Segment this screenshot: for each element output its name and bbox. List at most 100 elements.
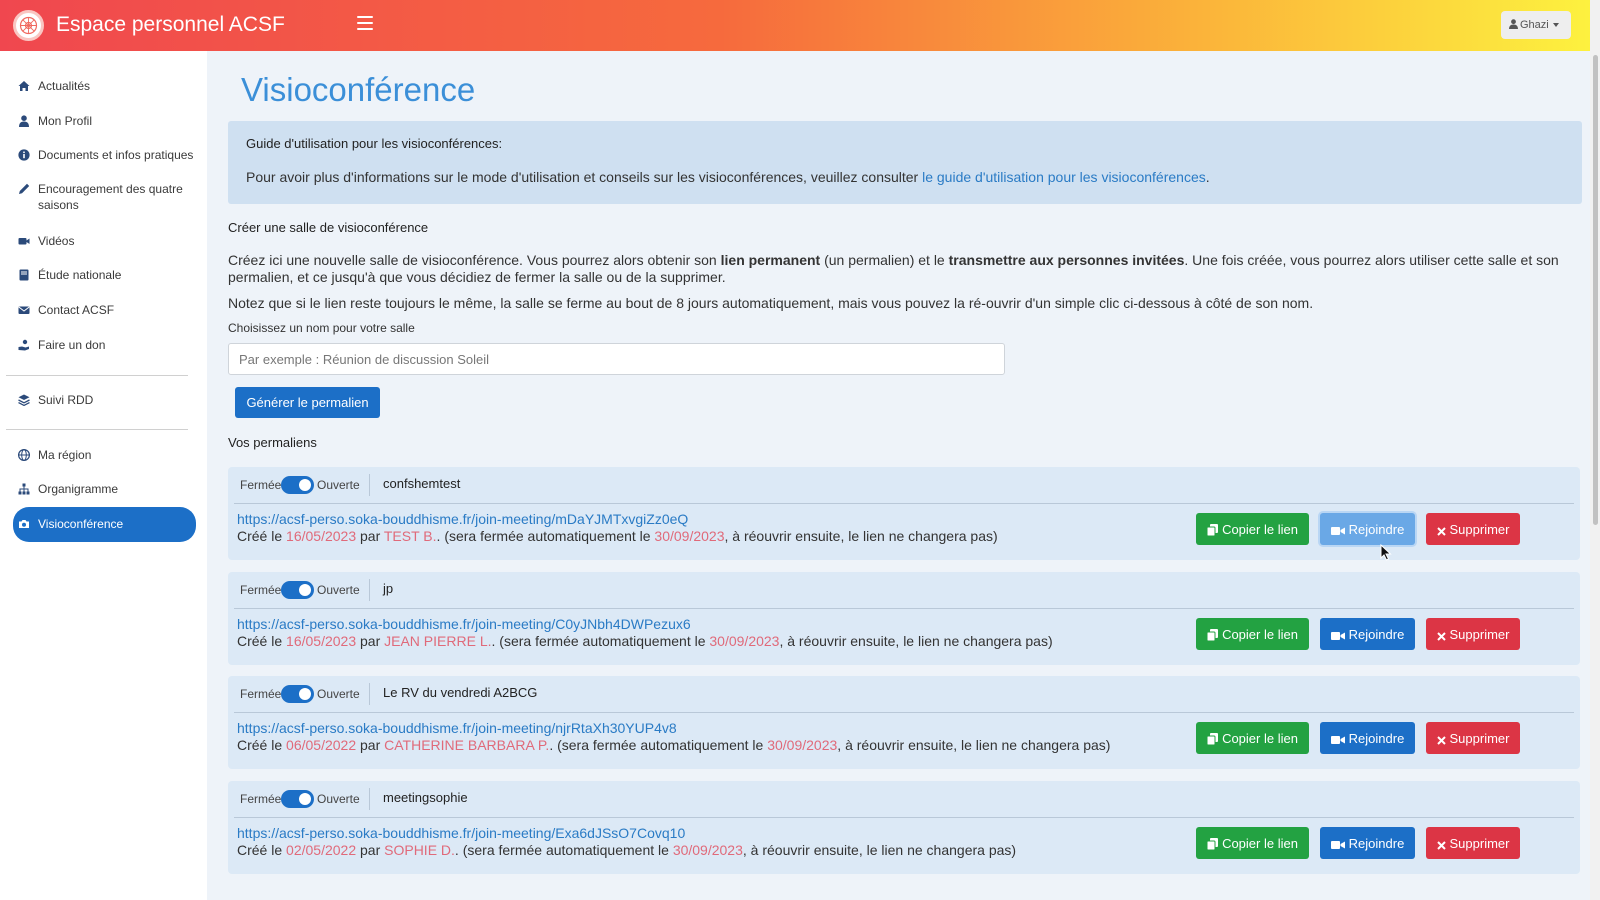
button-label: Copier le lien xyxy=(1222,835,1298,851)
author-name: TEST B. xyxy=(383,528,437,544)
sidebar-item-videos[interactable]: Vidéos xyxy=(13,233,196,249)
meta-text: (sera fermée automatiquement le xyxy=(444,528,651,544)
sidebar-item-faire-un-don[interactable]: Faire un don xyxy=(13,337,196,353)
sidebar-item-ma-region[interactable]: Ma région xyxy=(13,447,196,463)
sidebar-item-contact[interactable]: Contact ACSF xyxy=(13,302,196,318)
closed-label: Fermée xyxy=(240,792,282,806)
sidebar-item-mon-profil[interactable]: Mon Profil xyxy=(13,113,196,129)
meta-text: , à réouvrir ensuite, le lien ne changer… xyxy=(779,633,1053,649)
join-button[interactable]: Rejoindre xyxy=(1320,722,1415,754)
button-label: Supprimer xyxy=(1449,835,1510,851)
open-label: Ouverte xyxy=(317,792,360,806)
chevron-down-icon xyxy=(1552,23,1559,28)
meta-text: par xyxy=(360,528,381,544)
copy-link-button[interactable]: Copier le lien xyxy=(1196,618,1309,650)
sidebar: Actualités Mon Profil Documents et infos… xyxy=(0,51,207,900)
close-date: 30/09/2023 xyxy=(709,633,780,649)
copy-link-button[interactable]: Copier le lien xyxy=(1196,827,1309,859)
sidebar-divider xyxy=(6,429,188,430)
divider xyxy=(234,608,1574,609)
meta-text: par xyxy=(360,842,381,858)
sidebar-item-label: Visioconférence xyxy=(38,517,124,531)
user-icon xyxy=(19,115,29,127)
room-permalink[interactable]: https://acsf-perso.soka-bouddhisme.fr/jo… xyxy=(237,825,685,841)
button-label: Supprimer xyxy=(1449,730,1510,746)
generate-permalink-button[interactable]: Générer le permalien xyxy=(235,387,380,418)
delete-button[interactable]: Supprimer xyxy=(1426,618,1520,650)
user-icon xyxy=(1509,19,1518,29)
desc-text: (un permalien) et le xyxy=(820,252,949,268)
copy-link-button[interactable]: Copier le lien xyxy=(1196,513,1309,545)
button-label: Copier le lien xyxy=(1222,521,1298,537)
open-label: Ouverte xyxy=(317,687,360,701)
home-icon xyxy=(18,81,30,91)
room-permalink[interactable]: https://acsf-perso.soka-bouddhisme.fr/jo… xyxy=(237,616,691,632)
desc-text: Créez ici une nouvelle salle de visiocon… xyxy=(228,252,721,268)
delete-button[interactable]: Supprimer xyxy=(1426,513,1520,545)
join-button[interactable]: Rejoindre xyxy=(1320,513,1415,545)
room-card: Fermée Ouverte meetingsophie https://acs… xyxy=(228,781,1580,874)
open-label: Ouverte xyxy=(317,478,360,492)
sidebar-item-documents[interactable]: Documents et infos pratiques xyxy=(13,147,196,163)
sidebar-item-suivi-rdd[interactable]: Suivi RDD xyxy=(13,392,196,408)
button-label: Rejoindre xyxy=(1348,835,1405,851)
sidebar-item-label: Mon Profil xyxy=(38,114,93,128)
sidebar-item-label: Vidéos xyxy=(38,234,75,248)
close-icon xyxy=(1436,840,1446,850)
room-open-toggle[interactable] xyxy=(281,476,314,494)
menu-toggle-icon[interactable] xyxy=(357,16,373,30)
top-header: Espace personnel ACSF Ghazi xyxy=(0,0,1600,51)
camera-icon xyxy=(19,520,29,528)
guide-link[interactable]: le guide d'utilisation pour les visiocon… xyxy=(922,169,1206,185)
meta-text: , à réouvrir ensuite, le lien ne changer… xyxy=(742,842,1017,858)
join-button[interactable]: Rejoindre xyxy=(1320,827,1415,859)
sidebar-item-label: Organigramme xyxy=(38,482,119,496)
room-header: Fermée Ouverte confshemtest xyxy=(228,467,1580,503)
sidebar-item-visioconference[interactable]: Visioconférence xyxy=(13,507,196,542)
author-name: JEAN PIERRE L. xyxy=(384,633,492,649)
copy-link-button[interactable]: Copier le lien xyxy=(1196,722,1309,754)
scrollbar-thumb[interactable] xyxy=(1593,55,1598,525)
create-description: Créez ici une nouvelle salle de visiocon… xyxy=(228,252,1568,286)
meta-text: , à réouvrir ensuite, le lien ne changer… xyxy=(837,737,1111,753)
created-date: 16/05/2023 xyxy=(286,528,357,544)
room-open-toggle[interactable] xyxy=(281,790,314,808)
close-icon xyxy=(1436,631,1446,641)
room-open-toggle[interactable] xyxy=(281,581,314,599)
pen-icon xyxy=(19,183,30,194)
book-icon xyxy=(19,269,29,281)
sitemap-icon xyxy=(18,483,30,495)
room-name: Le RV du vendredi A2BCG xyxy=(383,685,538,700)
room-permalink[interactable]: https://acsf-perso.soka-bouddhisme.fr/jo… xyxy=(237,720,677,736)
sidebar-item-encouragement[interactable]: Encouragement des quatre saisons xyxy=(13,181,196,213)
room-header: Fermée Ouverte Le RV du vendredi A2BCG xyxy=(228,676,1580,712)
divider xyxy=(369,474,370,496)
guide-title: Guide d'utilisation pour les visioconfér… xyxy=(246,136,503,151)
room-header: Fermée Ouverte meetingsophie xyxy=(228,781,1580,817)
sidebar-item-etude-nationale[interactable]: Étude nationale xyxy=(13,267,196,283)
acsf-logo-icon[interactable] xyxy=(13,10,44,41)
close-date: 30/09/2023 xyxy=(767,737,838,753)
sidebar-item-label: Actualités xyxy=(38,79,91,93)
room-name-input[interactable] xyxy=(228,343,1005,375)
delete-button[interactable]: Supprimer xyxy=(1426,827,1520,859)
sidebar-divider xyxy=(6,375,188,376)
divider xyxy=(234,712,1574,713)
video-icon xyxy=(18,238,30,245)
room-meta: Créé le 16/05/2023 par TEST B.. (sera fe… xyxy=(237,528,998,544)
sidebar-item-label: Faire un don xyxy=(38,338,106,352)
room-open-toggle[interactable] xyxy=(281,685,314,703)
sidebar-item-actualites[interactable]: Actualités xyxy=(13,78,196,94)
delete-button[interactable]: Supprimer xyxy=(1426,722,1520,754)
meta-text: (sera fermée automatiquement le xyxy=(499,633,706,649)
join-button[interactable]: Rejoindre xyxy=(1320,618,1415,650)
room-permalink[interactable]: https://acsf-perso.soka-bouddhisme.fr/jo… xyxy=(237,511,688,527)
room-name-label: Choisissez un nom pour votre salle xyxy=(228,321,415,335)
user-dropdown[interactable]: Ghazi xyxy=(1501,11,1571,39)
sidebar-item-organigramme[interactable]: Organigramme xyxy=(13,481,196,497)
donate-icon xyxy=(18,339,29,351)
meta-text: par xyxy=(360,633,381,649)
user-name: Ghazi xyxy=(1520,19,1549,31)
created-date: 02/05/2022 xyxy=(286,842,357,858)
room-card: Fermée Ouverte jp https://acsf-perso.sok… xyxy=(228,572,1580,665)
